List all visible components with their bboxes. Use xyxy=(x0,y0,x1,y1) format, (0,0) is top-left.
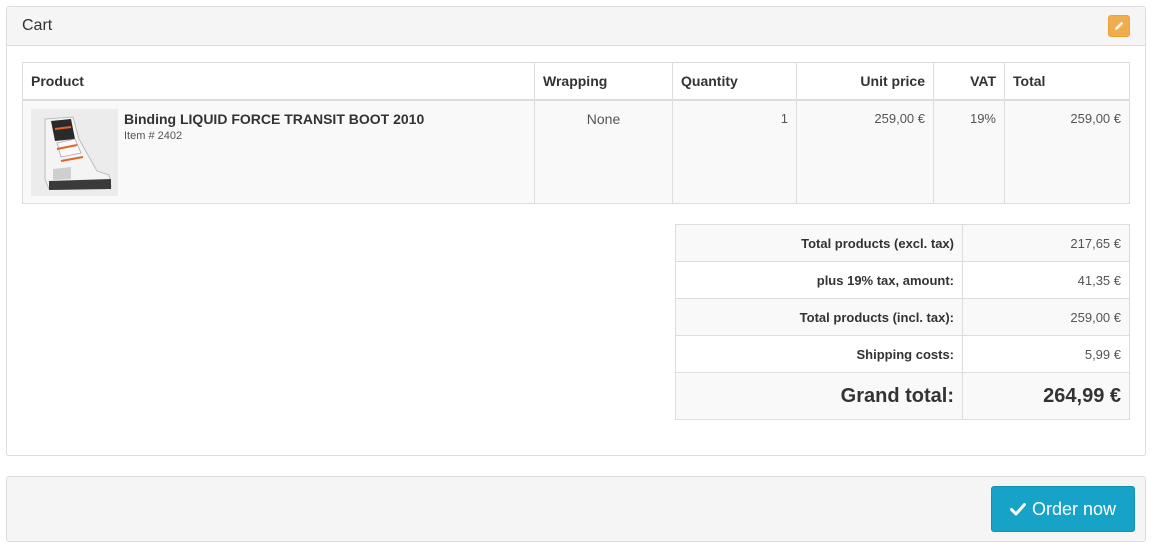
totals-row-tax: plus 19% tax, amount: 41,35 € xyxy=(675,261,1130,299)
col-vat: VAT xyxy=(933,62,1005,101)
cart-panel-heading: Cart xyxy=(7,7,1145,46)
totals-row-excl: Total products (excl. tax) 217,65 € xyxy=(675,224,1130,262)
cart-table: Product Wrapping Quantity Unit price VAT… xyxy=(22,62,1130,204)
col-unit-price: Unit price xyxy=(796,62,934,101)
totals-excl-label: Total products (excl. tax) xyxy=(675,224,963,262)
edit-cart-button[interactable] xyxy=(1108,15,1130,37)
order-now-label: Order now xyxy=(1031,498,1117,519)
totals-incl-value: 259,00 € xyxy=(962,298,1130,336)
totals-row-shipping: Shipping costs: 5,99 € xyxy=(675,335,1130,373)
totals-incl-label: Total products (incl. tax): xyxy=(675,298,963,336)
order-now-button[interactable]: Order now xyxy=(991,486,1135,532)
col-total: Total xyxy=(1004,62,1130,101)
total-cell: 259,00 € xyxy=(1004,99,1130,204)
table-row: Binding LIQUID FORCE TRANSIT BOOT 2010 I… xyxy=(22,99,1130,204)
totals-shipping-value: 5,99 € xyxy=(962,335,1130,373)
quantity-cell: 1 xyxy=(672,99,797,204)
vat-cell: 19% xyxy=(933,99,1005,204)
cart-panel: Cart Product Wrapping Quantity Unit pric… xyxy=(6,6,1146,456)
col-quantity: Quantity xyxy=(672,62,797,101)
totals-shipping-label: Shipping costs: xyxy=(675,335,963,373)
product-sku: Item # 2402 xyxy=(124,129,183,142)
panel-title: Cart xyxy=(22,17,53,34)
check-icon xyxy=(1009,503,1026,516)
totals-table: Total products (excl. tax) 217,65 € plus… xyxy=(675,224,1130,420)
totals-tax-label: plus 19% tax, amount: xyxy=(675,261,963,299)
product-cell: Binding LIQUID FORCE TRANSIT BOOT 2010 I… xyxy=(22,99,535,204)
wrapping-cell: None xyxy=(534,99,673,204)
table-header-row: Product Wrapping Quantity Unit price VAT… xyxy=(22,62,1130,101)
totals-tax-value: 41,35 € xyxy=(962,261,1130,299)
product-name[interactable]: Binding LIQUID FORCE TRANSIT BOOT 2010 xyxy=(124,111,424,127)
totals-row-grand: Grand total: 264,99 € xyxy=(675,372,1130,420)
pencil-icon xyxy=(1115,21,1124,30)
product-image[interactable] xyxy=(31,108,118,196)
col-wrapping: Wrapping xyxy=(534,62,673,101)
footer-panel: Order now xyxy=(6,476,1146,542)
col-product: Product xyxy=(22,62,535,101)
totals-excl-value: 217,65 € xyxy=(962,224,1130,262)
unit-price-cell: 259,00 € xyxy=(796,99,934,204)
grand-total-value: 264,99 € xyxy=(962,372,1130,420)
grand-total-label: Grand total: xyxy=(675,372,963,420)
totals-row-incl: Total products (incl. tax): 259,00 € xyxy=(675,298,1130,336)
